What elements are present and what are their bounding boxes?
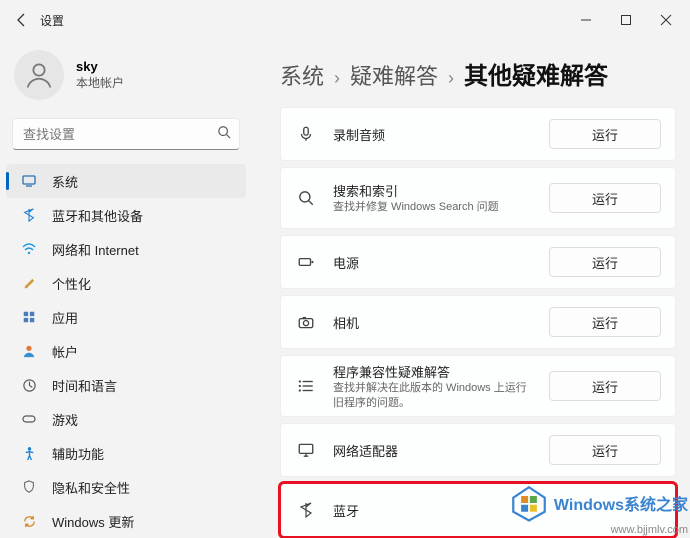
troubleshooter-item-compatibility: 程序兼容性疑难解答 查找并解决在此版本的 Windows 上运行旧程序的问题。 … bbox=[280, 355, 676, 417]
nav-item-privacy[interactable]: 隐私和安全性 bbox=[6, 470, 246, 504]
troubleshooter-item-network-adapter: 网络适配器 运行 bbox=[280, 423, 676, 477]
search-icon bbox=[295, 189, 317, 207]
item-title: 相机 bbox=[333, 313, 533, 332]
troubleshooter-item-camera: 相机 运行 bbox=[280, 295, 676, 349]
nav-item-windows-update[interactable]: Windows 更新 bbox=[6, 504, 246, 538]
update-icon bbox=[20, 512, 38, 530]
brush-icon bbox=[20, 274, 38, 292]
breadcrumb: 系统 › 疑难解答 › 其他疑难解答 bbox=[280, 56, 676, 91]
battery-icon bbox=[295, 253, 317, 271]
item-title: 网络适配器 bbox=[333, 441, 533, 460]
shield-icon bbox=[20, 478, 38, 496]
item-title: 程序兼容性疑难解答 bbox=[333, 362, 533, 381]
crumb-current: 其他疑难解答 bbox=[464, 56, 608, 91]
nav-label: 应用 bbox=[52, 308, 78, 327]
apps-icon bbox=[20, 308, 38, 326]
troubleshooter-list: 录制音频 运行 搜索和索引 查找并修复 Windows Search 问题 运行… bbox=[280, 107, 676, 537]
nav-list: 系统 蓝牙和其他设备 网络和 Internet 个性化 应用 帐户 bbox=[0, 164, 252, 538]
item-title: 电源 bbox=[333, 253, 533, 272]
nav-item-network[interactable]: 网络和 Internet bbox=[6, 232, 246, 266]
nav-item-time-language[interactable]: 时间和语言 bbox=[6, 368, 246, 402]
nav-label: 系统 bbox=[52, 172, 78, 191]
bluetooth-icon bbox=[20, 206, 38, 224]
nav-item-apps[interactable]: 应用 bbox=[6, 300, 246, 334]
nav-label: 网络和 Internet bbox=[52, 240, 139, 259]
camera-icon bbox=[295, 313, 317, 331]
list-icon bbox=[295, 377, 317, 395]
user-block[interactable]: sky 本地帐户 bbox=[0, 40, 252, 114]
window-title: 设置 bbox=[40, 12, 64, 29]
nav-label: 隐私和安全性 bbox=[52, 478, 130, 497]
chevron-right-icon: › bbox=[448, 68, 454, 89]
run-button[interactable]: 运行 bbox=[549, 307, 661, 337]
run-button[interactable]: 运行 bbox=[549, 435, 661, 465]
crumb-troubleshoot[interactable]: 疑难解答 bbox=[350, 59, 438, 91]
bluetooth-icon bbox=[295, 502, 317, 518]
nav-label: 个性化 bbox=[52, 274, 91, 293]
troubleshooter-item-record-audio: 录制音频 运行 bbox=[280, 107, 676, 161]
user-name: sky bbox=[76, 59, 124, 74]
accessibility-icon bbox=[20, 444, 38, 462]
item-subtitle: 查找并修复 Windows Search 问题 bbox=[333, 200, 533, 214]
maximize-button[interactable] bbox=[606, 0, 646, 40]
nav-label: 蓝牙和其他设备 bbox=[52, 206, 143, 225]
chevron-right-icon: › bbox=[334, 68, 340, 89]
nav-item-bluetooth[interactable]: 蓝牙和其他设备 bbox=[6, 198, 246, 232]
run-button[interactable]: 运行 bbox=[549, 183, 661, 213]
wifi-icon bbox=[20, 240, 38, 258]
back-button[interactable] bbox=[4, 0, 40, 40]
close-button[interactable] bbox=[646, 0, 686, 40]
nav-item-accessibility[interactable]: 辅助功能 bbox=[6, 436, 246, 470]
nav-label: 时间和语言 bbox=[52, 376, 117, 395]
sidebar: sky 本地帐户 系统 蓝牙和其他设备 网络和 Internet bbox=[0, 40, 260, 538]
run-button[interactable]: 运行 bbox=[549, 119, 661, 149]
item-title: 搜索和索引 bbox=[333, 181, 533, 200]
person-icon bbox=[20, 342, 38, 360]
troubleshooter-item-search-index: 搜索和索引 查找并修复 Windows Search 问题 运行 bbox=[280, 167, 676, 229]
search-input[interactable] bbox=[23, 127, 217, 142]
item-subtitle: 查找并解决在此版本的 Windows 上运行旧程序的问题。 bbox=[333, 381, 533, 410]
run-button[interactable]: 运行 bbox=[549, 371, 661, 401]
nav-label: Windows 更新 bbox=[52, 512, 134, 531]
run-button[interactable]: 运行 bbox=[549, 247, 661, 277]
nav-item-gaming[interactable]: 游戏 bbox=[6, 402, 246, 436]
search-box[interactable] bbox=[12, 118, 240, 150]
main-panel: 系统 › 疑难解答 › 其他疑难解答 录制音频 运行 搜索和索引 查找并修复 W… bbox=[260, 40, 690, 538]
nav-item-accounts[interactable]: 帐户 bbox=[6, 334, 246, 368]
clock-globe-icon bbox=[20, 376, 38, 394]
nav-label: 帐户 bbox=[52, 342, 78, 361]
nav-label: 游戏 bbox=[52, 410, 78, 429]
system-icon bbox=[20, 172, 38, 190]
gamepad-icon bbox=[20, 410, 38, 428]
troubleshooter-item-power: 电源 运行 bbox=[280, 235, 676, 289]
item-title: 录制音频 bbox=[333, 125, 533, 144]
nav-label: 辅助功能 bbox=[52, 444, 104, 463]
avatar bbox=[14, 50, 64, 100]
item-title: 蓝牙 bbox=[333, 501, 661, 520]
user-subtitle: 本地帐户 bbox=[76, 74, 124, 91]
nav-item-personalization[interactable]: 个性化 bbox=[6, 266, 246, 300]
microphone-icon bbox=[295, 125, 317, 143]
crumb-system[interactable]: 系统 bbox=[280, 59, 324, 91]
nav-item-system[interactable]: 系统 bbox=[6, 164, 246, 198]
monitor-icon bbox=[295, 441, 317, 459]
minimize-button[interactable] bbox=[566, 0, 606, 40]
troubleshooter-item-bluetooth: 蓝牙 bbox=[280, 483, 676, 537]
search-icon bbox=[217, 125, 231, 144]
